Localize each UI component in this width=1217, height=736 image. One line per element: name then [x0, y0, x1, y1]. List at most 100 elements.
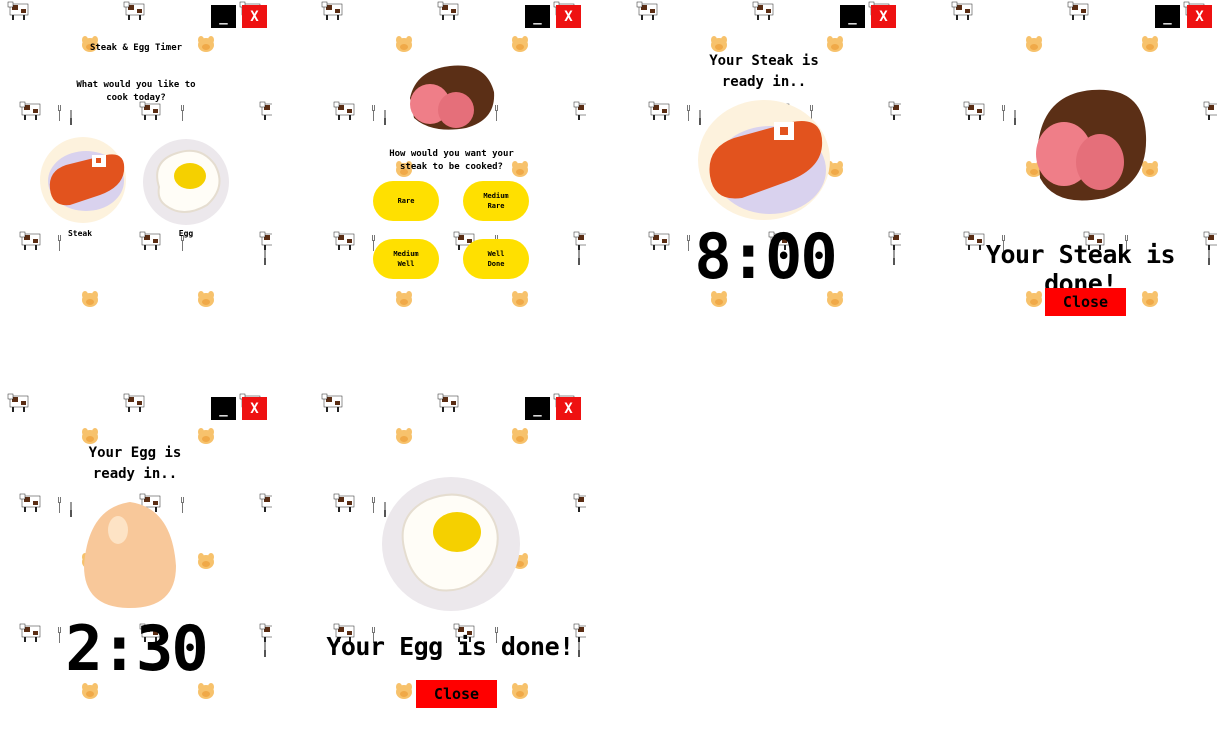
minimize-button[interactable]: _ — [1155, 5, 1180, 28]
menu-screen: _ X Steak & Egg Timer What would you lik… — [0, 0, 272, 335]
chick-icon — [512, 291, 528, 307]
cow-icon — [437, 393, 459, 413]
chick-icon — [512, 36, 528, 52]
egg-ready-title: Your Egg is ready in.. — [88, 445, 182, 482]
cow-icon — [963, 101, 985, 121]
chick-icon — [711, 36, 727, 52]
steak-option-button[interactable] — [40, 137, 126, 223]
knife-icon — [70, 110, 72, 125]
knife-icon — [264, 250, 266, 265]
well-done-button[interactable]: Well Done — [463, 239, 529, 279]
cow-icon — [7, 1, 29, 21]
egg-done-message: Your Egg is done! — [326, 632, 574, 661]
chick-icon — [512, 683, 528, 699]
cow-icon — [437, 1, 459, 21]
cow-icon — [648, 101, 670, 121]
cow-icon — [259, 231, 272, 251]
chick-icon — [198, 553, 214, 569]
chick-icon — [396, 291, 412, 307]
fork-icon — [58, 105, 61, 121]
cow-icon — [321, 1, 343, 21]
chick-icon — [82, 291, 98, 307]
chick-icon — [1026, 36, 1042, 52]
steak-done-screen: _ X Your Steak is done! Close — [944, 0, 1217, 335]
close-window-button[interactable]: X — [1187, 5, 1212, 28]
egg-option-button[interactable] — [143, 139, 229, 225]
minimize-button[interactable]: _ — [211, 5, 236, 28]
cow-icon — [1067, 1, 1089, 21]
chick-icon — [198, 428, 214, 444]
cow-icon — [123, 1, 145, 21]
fork-icon — [1002, 105, 1005, 121]
egg-option-label: Egg — [178, 229, 194, 238]
app-title: Steak & Egg Timer — [89, 43, 183, 53]
close-window-button[interactable]: X — [556, 5, 581, 28]
cow-icon — [19, 101, 41, 121]
fried-egg-icon — [382, 477, 520, 611]
cow-icon — [259, 493, 272, 513]
fork-icon — [372, 497, 375, 513]
egg-icon — [84, 502, 176, 608]
knife-icon — [1014, 110, 1016, 125]
chick-icon — [198, 291, 214, 307]
cow-icon — [888, 101, 901, 121]
close-window-button[interactable]: X — [242, 5, 267, 28]
steak-icon — [48, 151, 125, 211]
steak-option-label: Steak — [67, 229, 93, 238]
doneness-screen: _ X How would you want your steak to be … — [314, 0, 586, 335]
fork-icon — [181, 497, 184, 513]
cow-icon — [7, 393, 29, 413]
egg-countdown: 2:30 — [65, 612, 208, 685]
cow-icon — [333, 101, 355, 121]
minimize-button[interactable]: _ — [525, 397, 550, 420]
cow-icon — [573, 493, 586, 513]
cow-icon — [333, 493, 355, 513]
steak-timer-screen: _ X Your Steak is ready in.. 8:00 — [629, 0, 901, 335]
fork-icon — [687, 105, 690, 121]
egg-timer-screen: _ X Your Egg is ready in.. 2:30 — [0, 392, 272, 727]
cow-icon — [259, 101, 272, 121]
cow-icon — [752, 1, 774, 21]
minimize-button[interactable]: _ — [525, 5, 550, 28]
close-window-button[interactable]: X — [871, 5, 896, 28]
doneness-question: How would you want your steak to be cook… — [389, 149, 514, 172]
fork-icon — [181, 105, 184, 121]
cow-icon — [573, 231, 586, 251]
egg-done-screen: _ X Your Egg is done! Close — [314, 392, 586, 727]
cow-icon — [573, 101, 586, 121]
chick-icon — [198, 683, 214, 699]
cook-question: What would you like to cook today? — [76, 80, 196, 103]
medium-well-button[interactable]: Medium Well — [373, 239, 439, 279]
knife-icon — [384, 110, 386, 125]
knife-icon — [578, 250, 580, 265]
sliced-steak-icon — [410, 65, 495, 130]
close-window-button[interactable]: X — [242, 397, 267, 420]
chick-icon — [1142, 36, 1158, 52]
cow-icon — [1203, 101, 1217, 121]
cow-icon — [321, 393, 343, 413]
medium-rare-button[interactable]: Medium Rare — [463, 181, 529, 221]
cow-icon — [636, 1, 658, 21]
chick-icon — [82, 683, 98, 699]
chick-icon — [827, 36, 843, 52]
chick-icon — [827, 291, 843, 307]
close-button[interactable]: Close — [416, 680, 497, 708]
minimize-button[interactable]: _ — [840, 5, 865, 28]
fork-icon — [372, 105, 375, 121]
chick-icon — [396, 683, 412, 699]
close-button[interactable]: Close — [1045, 288, 1126, 316]
sliced-steak-icon — [1036, 89, 1147, 201]
rare-button[interactable]: Rare — [373, 181, 439, 221]
steak-ready-title: Your Steak is ready in.. — [709, 53, 819, 90]
cow-icon — [333, 231, 355, 251]
fork-icon — [58, 497, 61, 513]
chick-icon — [396, 36, 412, 52]
chick-icon — [82, 428, 98, 444]
chick-icon — [512, 428, 528, 444]
chick-icon — [711, 291, 727, 307]
steak-icon — [698, 100, 830, 220]
knife-icon — [70, 502, 72, 517]
close-window-button[interactable]: X — [556, 397, 581, 420]
minimize-button[interactable]: _ — [211, 397, 236, 420]
chick-icon — [396, 428, 412, 444]
